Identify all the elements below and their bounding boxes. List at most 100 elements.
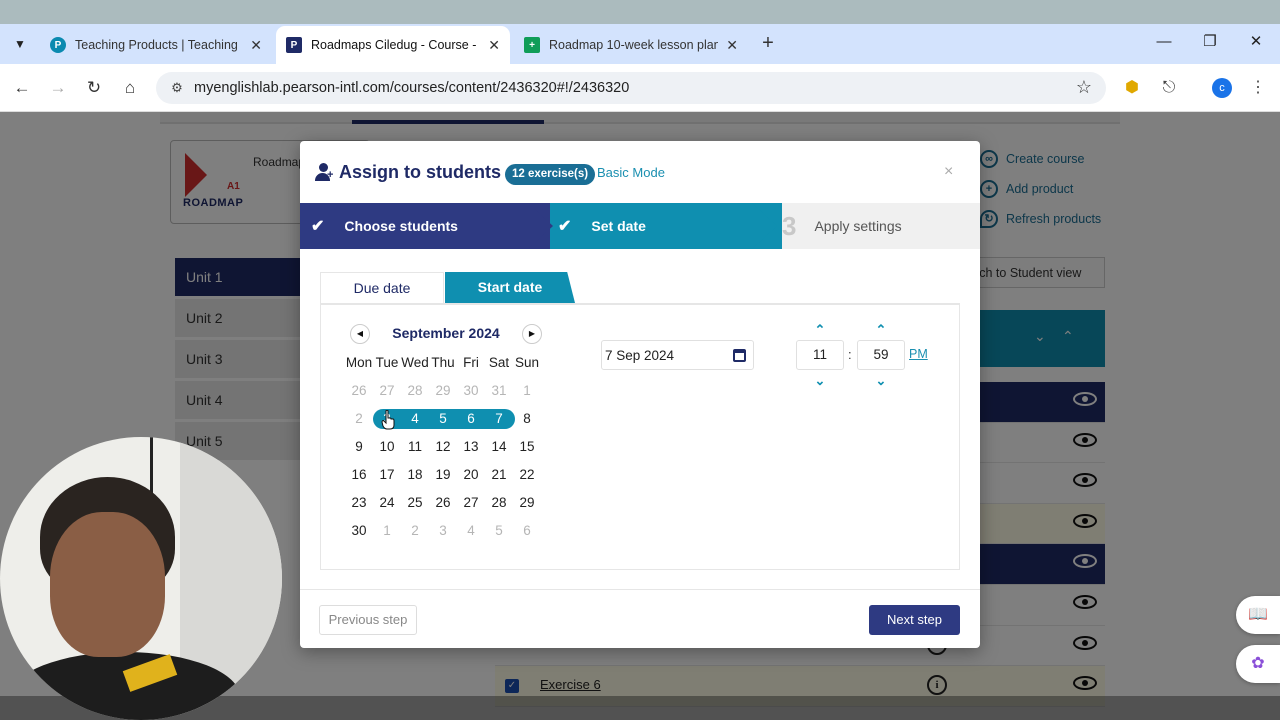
home-icon[interactable]: ⌂ <box>118 76 142 100</box>
weekday-label: Mon <box>345 355 373 370</box>
more-menu-icon[interactable]: ⋮ <box>1247 77 1269 99</box>
calendar-day[interactable]: 23 <box>345 489 373 517</box>
browser-tab-teaching-products[interactable]: P Teaching Products | Teaching Pr ✕ <box>40 26 272 64</box>
calendar-day[interactable]: 30 <box>345 517 373 545</box>
window-close-icon[interactable]: ✕ <box>1244 30 1268 54</box>
extension-badge-icon[interactable]: ⬢ <box>1121 77 1143 99</box>
new-tab-plus-icon[interactable]: + <box>757 32 779 54</box>
next-month-icon[interactable]: ▶ <box>522 324 542 344</box>
calendar-weekday-row: Mon Tue Wed Thu Fri Sat Sun <box>345 349 541 377</box>
minute-down-chevron-icon[interactable]: ⌄ <box>873 374 889 387</box>
am-pm-toggle[interactable]: PM <box>909 347 928 361</box>
calendar-day[interactable]: 12 <box>429 433 457 461</box>
calendar-day[interactable]: 28 <box>485 489 513 517</box>
calendar-day[interactable]: 6 <box>513 517 541 545</box>
hour-down-chevron-icon[interactable]: ⌄ <box>812 374 828 387</box>
calendar-day[interactable]: 13 <box>457 433 485 461</box>
calendar-day[interactable]: 4 <box>457 517 485 545</box>
time-separator: : <box>848 347 852 362</box>
extensions-puzzle-icon[interactable]: ⎋ <box>1158 77 1180 99</box>
calendar-day[interactable]: 8 <box>513 405 541 433</box>
calendar-day[interactable]: 27 <box>373 377 401 405</box>
previous-step-button[interactable]: Previous step <box>319 605 417 635</box>
close-icon[interactable]: ✕ <box>488 37 500 54</box>
calendar-day[interactable]: 28 <box>401 377 429 405</box>
next-step-button[interactable]: Next step <box>869 605 960 635</box>
calendar-day[interactable]: 18 <box>401 461 429 489</box>
minute-up-chevron-icon[interactable]: ⌃ <box>873 323 889 336</box>
close-icon[interactable]: × <box>944 163 953 181</box>
restore-icon[interactable]: ❐ <box>1198 30 1222 54</box>
calendar-day-selected[interactable]: 6 <box>457 405 485 433</box>
sheets-icon: + <box>524 37 540 53</box>
step-choose-students[interactable]: ✔ Choose students <box>300 203 550 249</box>
calendar-day[interactable]: 15 <box>513 433 541 461</box>
calendar-day[interactable]: 26 <box>345 377 373 405</box>
calendar-day[interactable]: 25 <box>401 489 429 517</box>
calendar-day[interactable]: 24 <box>373 489 401 517</box>
add-user-icon: + <box>315 163 333 181</box>
profile-avatar[interactable]: c <box>1212 78 1232 98</box>
minute-input[interactable]: 59 <box>857 340 905 370</box>
calendar-day[interactable]: 22 <box>513 461 541 489</box>
reload-icon[interactable]: ↻ <box>82 76 106 100</box>
webcam-overlay <box>0 437 282 720</box>
date-input[interactable]: 7 Sep 2024 <box>601 340 754 370</box>
browser-tab-roadmaps-course[interactable]: P Roadmaps Ciledug - Course - M ✕ <box>276 26 510 64</box>
url-text[interactable]: myenglishlab.pearson-intl.com/courses/co… <box>194 80 629 96</box>
hour-input[interactable]: 11 <box>796 340 844 370</box>
calendar-day-selected[interactable]: 7 <box>485 405 513 433</box>
calendar-day[interactable]: 1 <box>513 377 541 405</box>
calendar-day[interactable]: 1 <box>373 517 401 545</box>
tab-start-date[interactable]: Start date <box>445 272 575 303</box>
back-arrow-icon[interactable]: ← <box>10 76 34 100</box>
date-input-value[interactable]: 7 Sep 2024 <box>605 348 674 363</box>
calendar-day[interactable]: 27 <box>457 489 485 517</box>
calendar-day[interactable]: 2 <box>401 517 429 545</box>
tab-search-chevron-icon[interactable]: ▼ <box>8 32 32 56</box>
calendar-day[interactable]: 16 <box>345 461 373 489</box>
calendar-week-row: 26 27 28 29 30 31 1 <box>345 377 541 405</box>
calendar-day[interactable]: 26 <box>429 489 457 517</box>
calendar-day[interactable]: 11 <box>401 433 429 461</box>
calendar-icon[interactable] <box>733 349 746 362</box>
tab-due-date[interactable]: Due date <box>320 272 444 303</box>
minimize-icon[interactable]: — <box>1152 30 1176 54</box>
calendar-day[interactable]: 20 <box>457 461 485 489</box>
ai-brain-icon[interactable]: ✿ <box>1236 645 1280 683</box>
previous-month-icon[interactable]: ◀ <box>350 324 370 344</box>
calendar-day[interactable]: 10 <box>373 433 401 461</box>
browser-tab-lesson-planner[interactable]: + Roadmap 10-week lesson plann ✕ <box>514 26 748 64</box>
calendar-day[interactable]: 29 <box>513 489 541 517</box>
close-icon[interactable]: ✕ <box>726 37 738 54</box>
exercise-count-badge: 12 exercise(s) <box>505 164 596 185</box>
address-bar[interactable]: ⚙ myenglishlab.pearson-intl.com/courses/… <box>156 72 1106 104</box>
calendar-day[interactable]: 31 <box>485 377 513 405</box>
calendar-day[interactable]: 19 <box>429 461 457 489</box>
step-apply-settings[interactable]: 3 Apply settings <box>778 203 980 249</box>
calendar-day[interactable]: 9 <box>345 433 373 461</box>
calendar-day[interactable]: 30 <box>457 377 485 405</box>
calendar-day[interactable]: 21 <box>485 461 513 489</box>
close-icon[interactable]: ✕ <box>250 37 262 54</box>
basic-mode-link[interactable]: Basic Mode <box>597 165 665 180</box>
calendar-day-selected[interactable]: 5 <box>429 405 457 433</box>
calendar-day[interactable]: 2 <box>345 405 373 433</box>
reader-book-icon[interactable]: 📖 <box>1236 596 1280 634</box>
bookmark-star-icon[interactable]: ☆ <box>1076 77 1092 98</box>
forward-arrow-icon[interactable]: → <box>46 76 70 100</box>
calendar-day[interactable]: 3 <box>429 517 457 545</box>
weekday-label: Fri <box>463 355 479 370</box>
calendar-day[interactable]: 5 <box>485 517 513 545</box>
step-arrow <box>528 203 553 249</box>
calendar-week-row: 2345678 <box>345 405 541 433</box>
calendar-day[interactable]: 17 <box>373 461 401 489</box>
dialog-footer: Previous step Next step <box>300 589 980 648</box>
hour-up-chevron-icon[interactable]: ⌃ <box>812 323 828 336</box>
calendar-day[interactable]: 29 <box>429 377 457 405</box>
calendar-day-selected[interactable]: 4 <box>401 405 429 433</box>
calendar-day[interactable]: 14 <box>485 433 513 461</box>
step-arrow <box>752 203 777 249</box>
site-settings-icon[interactable]: ⚙ <box>166 80 188 96</box>
step-set-date[interactable]: ✔ Set date <box>528 203 782 249</box>
